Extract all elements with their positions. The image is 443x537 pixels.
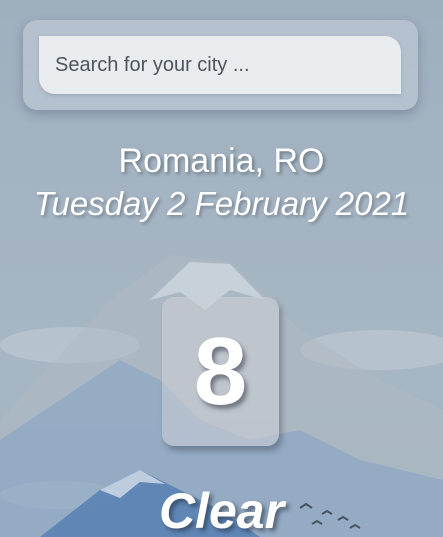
city-search-input[interactable]	[39, 36, 401, 94]
weather-condition: Clear	[158, 483, 285, 537]
search-panel	[23, 20, 418, 110]
location-label: Romania, RO	[118, 142, 325, 180]
temperature-value: 8	[193, 317, 248, 425]
weather-app: Romania, RO Tuesday 2 February 2021 8 Cl…	[0, 0, 443, 537]
date-label: Tuesday 2 February 2021	[33, 185, 410, 222]
temperature-card: 8	[162, 297, 279, 446]
